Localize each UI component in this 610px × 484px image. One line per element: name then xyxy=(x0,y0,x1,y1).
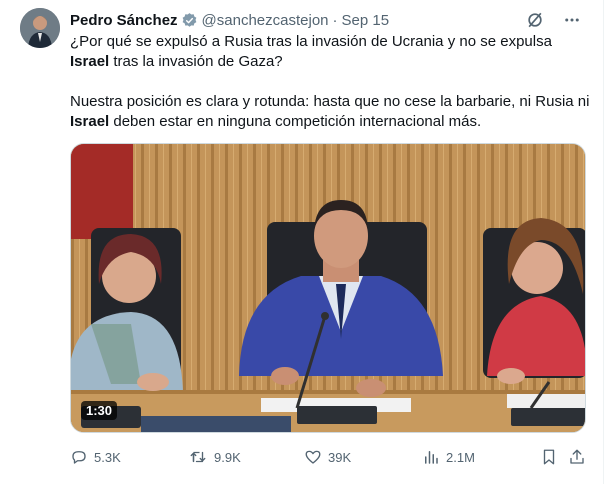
tweet-actions: 5.3K 9.9K 39K 2.1M xyxy=(66,446,596,468)
tweet-paragraph-1: ¿Por qué se expulsó a Rusia tras la inva… xyxy=(70,32,590,72)
text-segment: tras la invasión de Gaza? xyxy=(109,53,283,70)
tweet-date[interactable]: Sep 15 xyxy=(342,12,390,29)
repost-icon xyxy=(190,451,206,463)
views-count: 2.1M xyxy=(446,449,475,465)
bookmark-icon xyxy=(543,449,555,465)
reply-count: 5.3K xyxy=(94,449,121,465)
verified-badge-icon xyxy=(181,12,198,29)
text-segment: ¿Por qué se expulsó a Rusia tras la inva… xyxy=(70,33,552,50)
tweet-header: Pedro Sánchez @sanchezcastejon · Sep 15 xyxy=(70,10,389,30)
more-icon[interactable] xyxy=(563,11,581,34)
tweet-paragraph-2: Nuestra posición es clara y rotunda: has… xyxy=(70,92,590,132)
avatar[interactable] xyxy=(20,8,60,48)
like-icon xyxy=(305,450,321,464)
reply-button[interactable]: 5.3K xyxy=(70,448,121,466)
avatar-image xyxy=(20,8,60,48)
text-segment: deben estar en ninguna competición inter… xyxy=(109,113,482,130)
like-button[interactable]: 39K xyxy=(304,448,351,466)
repost-count: 9.9K xyxy=(214,449,241,465)
author-handle[interactable]: @sanchezcastejon xyxy=(202,12,329,29)
text-bold-segment: Israel xyxy=(70,53,110,70)
like-count: 39K xyxy=(328,449,352,465)
bookmark-button[interactable] xyxy=(540,448,558,466)
repost-button[interactable]: 9.9K xyxy=(188,448,241,466)
text-segment: Nuestra posición es clara y rotunda: has… xyxy=(70,93,590,110)
video-duration: 1:30 xyxy=(81,401,118,420)
share-icon xyxy=(570,449,584,464)
video-player[interactable]: 1:30 xyxy=(70,143,586,433)
tweet-card[interactable]: Pedro Sánchez @sanchezcastejon · Sep 15 xyxy=(0,0,604,484)
video-frame xyxy=(71,144,585,432)
views-button[interactable]: 2.1M xyxy=(422,448,475,466)
separator: · xyxy=(332,11,338,29)
tweet-text: ¿Por qué se expulsó a Rusia tras la inva… xyxy=(70,32,590,132)
reply-icon xyxy=(72,451,86,464)
author-name[interactable]: Pedro Sánchez xyxy=(70,12,178,29)
views-icon xyxy=(425,451,438,464)
share-button[interactable] xyxy=(568,448,586,466)
text-bold-segment: Israel xyxy=(70,113,110,130)
